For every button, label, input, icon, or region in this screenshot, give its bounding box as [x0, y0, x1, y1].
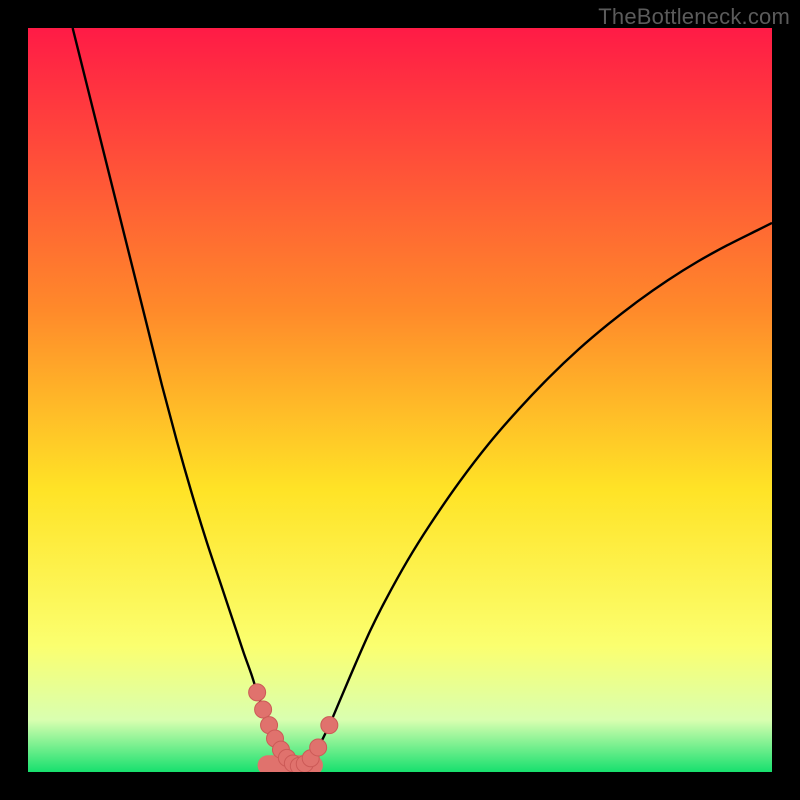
bottleneck-chart	[28, 28, 772, 772]
marker-point	[321, 717, 338, 734]
marker-point	[310, 739, 327, 756]
watermark-text: TheBottleneck.com	[598, 4, 790, 30]
gradient-background	[28, 28, 772, 772]
marker-point	[249, 684, 266, 701]
outer-frame: TheBottleneck.com	[0, 0, 800, 800]
plot-area	[28, 28, 772, 772]
marker-point	[255, 701, 272, 718]
